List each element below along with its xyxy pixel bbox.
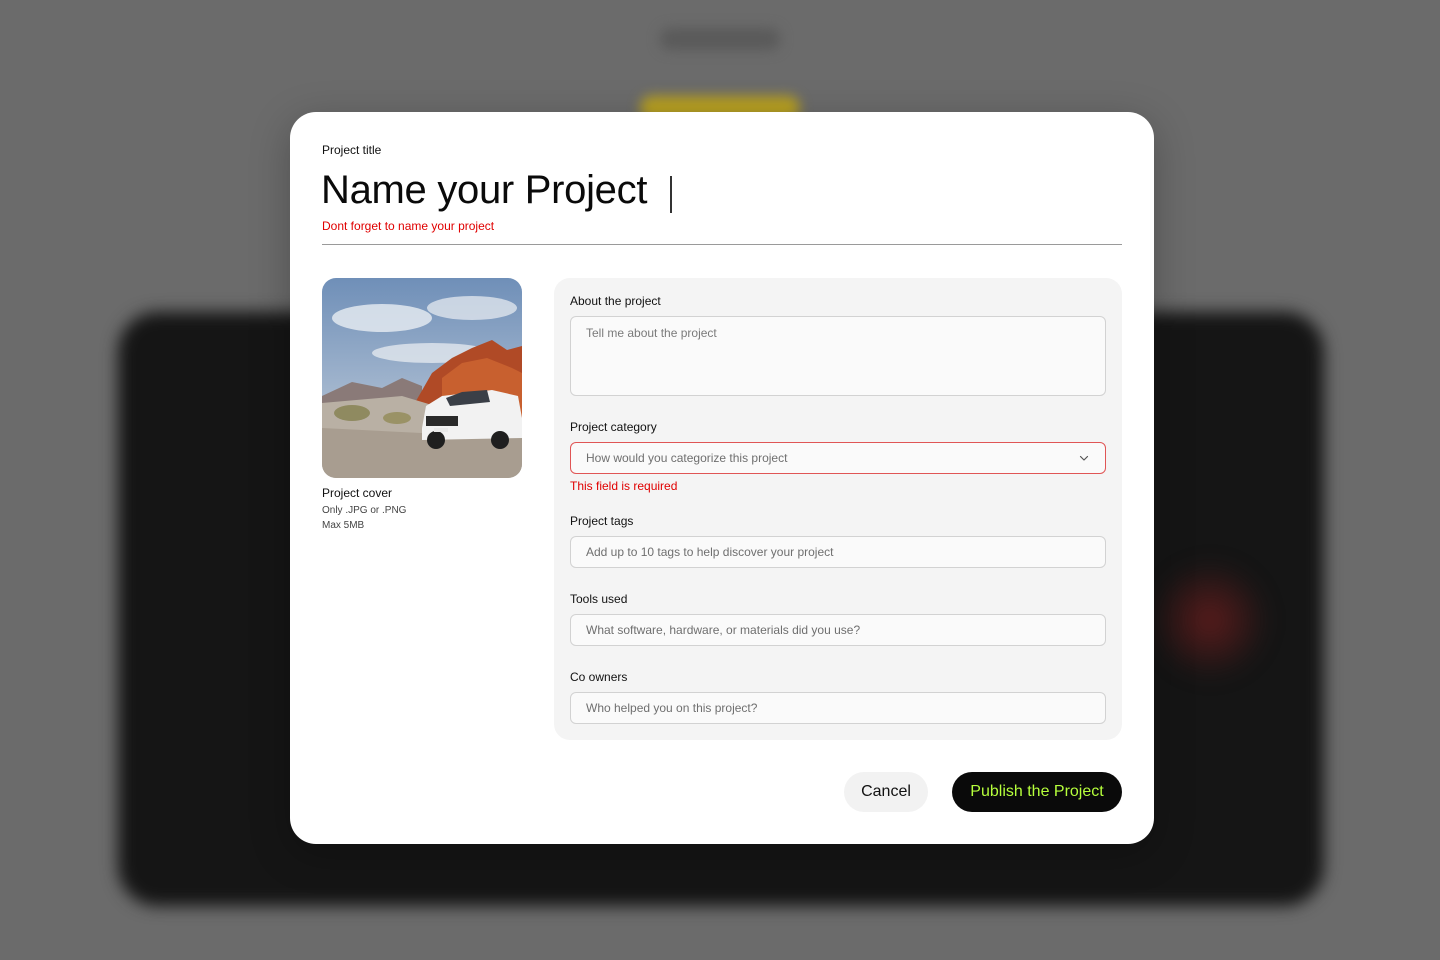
background-glow — [1150, 560, 1270, 680]
project-details-panel: About the project Project category How w… — [554, 278, 1122, 740]
project-title-error: Dont forget to name your project — [322, 219, 495, 233]
project-cover-image[interactable] — [322, 278, 522, 478]
tags-input[interactable] — [570, 536, 1106, 568]
title-divider — [322, 244, 1122, 245]
project-title-label: Project title — [322, 143, 382, 157]
about-label: About the project — [570, 294, 661, 308]
cancel-button[interactable]: Cancel — [844, 772, 928, 812]
chevron-down-icon — [1079, 455, 1089, 461]
tools-input[interactable] — [570, 614, 1106, 646]
publish-project-modal: Project title Name your Project Dont for… — [290, 112, 1154, 844]
co-owners-label: Co owners — [570, 670, 628, 684]
cover-photo-illustration — [322, 278, 522, 478]
cover-format-hint: Only .JPG or .PNG — [322, 505, 407, 516]
tools-label: Tools used — [570, 592, 628, 606]
co-owners-input[interactable] — [570, 692, 1106, 724]
category-select[interactable]: How would you categorize this project — [570, 442, 1106, 474]
tags-label: Project tags — [570, 514, 634, 528]
category-label: Project category — [570, 420, 657, 434]
publish-button[interactable]: Publish the Project — [952, 772, 1122, 812]
project-cover-label: Project cover — [322, 486, 393, 500]
text-caret — [670, 176, 672, 213]
about-textarea[interactable] — [570, 316, 1106, 396]
background-logo — [660, 28, 780, 50]
category-placeholder: How would you categorize this project — [586, 451, 788, 465]
category-error: This field is required — [570, 479, 678, 493]
project-title-input[interactable]: Name your Project — [321, 166, 647, 214]
cover-size-hint: Max 5MB — [322, 520, 365, 531]
